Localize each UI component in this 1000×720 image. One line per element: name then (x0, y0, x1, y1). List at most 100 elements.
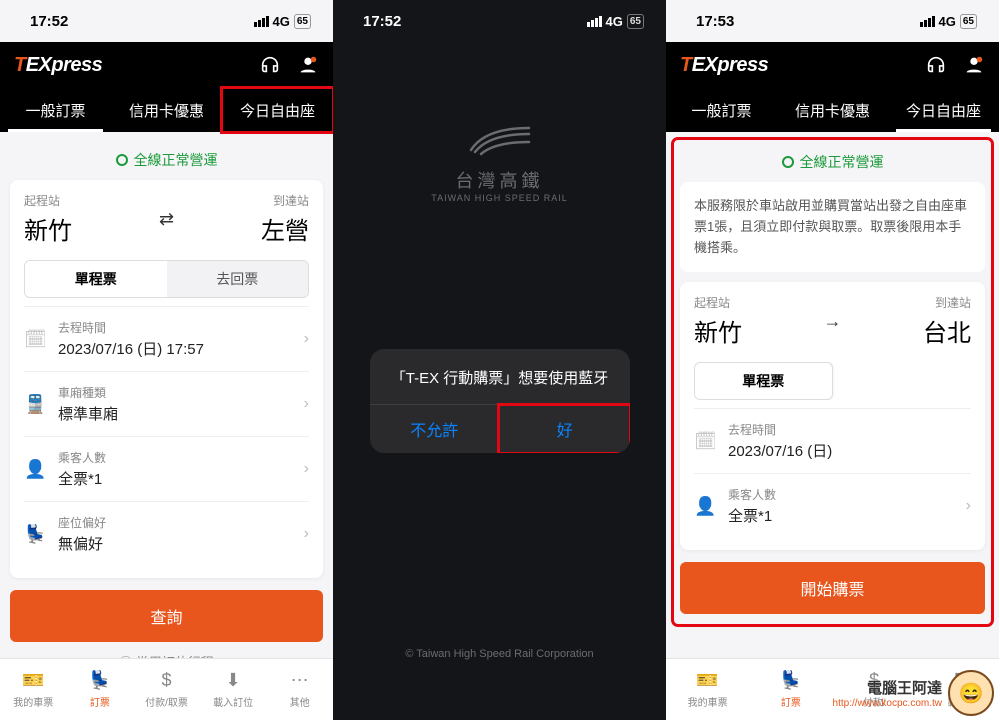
trip-type-segment: 單程票 去回票 (24, 260, 309, 298)
download-icon: ⬇ (950, 670, 965, 691)
nav-payment[interactable]: $付款/取票 (133, 659, 200, 720)
status-bar: 17:52 4G 65 (333, 0, 666, 42)
thsr-logo: 台灣高鐵 TAIWAN HIGH SPEED RAIL (431, 122, 568, 203)
download-icon: ⬇ (226, 670, 241, 691)
chevron-right-icon: › (304, 395, 309, 413)
service-status: 全線正常營運 (680, 144, 985, 182)
status-bar: 17:53 4G 65 (666, 0, 999, 42)
main-tabs: 一般訂票 信用卡優惠 今日自由座 (0, 88, 333, 132)
nav-mytickets[interactable]: 🎫我的車票 (0, 659, 67, 720)
more-icon: ⋯ (291, 670, 309, 691)
seat-icon: 💺 (24, 524, 46, 545)
tab-creditcard[interactable]: 信用卡優惠 (111, 88, 222, 132)
ticket-icon: 🎫 (22, 670, 44, 691)
seat-icon: 💺 (89, 670, 111, 691)
to-label: 到達站 (184, 192, 309, 209)
money-icon: $ (869, 670, 879, 691)
to-station[interactable]: 左營 (184, 211, 309, 246)
nav-import[interactable]: ⬇載入 (916, 659, 999, 720)
app-logo: TEXpress (680, 54, 768, 77)
station-selector[interactable]: 起程站新竹 → 到達站台北 (694, 294, 971, 348)
nav-booking[interactable]: 💺訂票 (749, 659, 832, 720)
row-passengers[interactable]: 👤 乘客人數全票*1 › (694, 473, 971, 538)
battery-icon: 65 (294, 14, 311, 29)
calendar-icon: 🗓 (24, 329, 46, 350)
tab-creditcard[interactable]: 信用卡優惠 (777, 88, 888, 132)
alert-allow-button[interactable]: 好 (499, 405, 630, 453)
service-notice: 本服務限於車站啟用並購買當站出發之自由座車票1張，且須立即付款與取票。取票後限用… (680, 182, 985, 272)
alert-message: 「T-EX 行動購票」想要使用藍牙 (370, 349, 630, 404)
row-depart-time[interactable]: 🗓 去程時間2023/07/16 (日) (694, 408, 971, 473)
bottom-nav: 🎫我的車票 💺訂票 $付款/取票 ⬇載入訂位 ⋯其他 (0, 658, 333, 720)
nav-import[interactable]: ⬇載入訂位 (200, 659, 267, 720)
tab-general[interactable]: 一般訂票 (666, 88, 777, 132)
calendar-icon: 🗓 (694, 431, 716, 452)
arrow-right-icon: → (814, 311, 852, 332)
trip-type-segment: 單程票 (694, 362, 971, 400)
account-icon[interactable] (297, 54, 319, 76)
seg-oneway[interactable]: 單程票 (25, 261, 167, 297)
from-station[interactable]: 新竹 (24, 211, 149, 246)
chevron-right-icon: › (304, 330, 309, 348)
to-station[interactable]: 台北 (852, 313, 972, 348)
main-tabs: 一般訂票 信用卡優惠 今日自由座 (666, 88, 999, 132)
bottom-nav: 🎫我的車票 💺訂票 $付款/ ⬇載入 (666, 658, 999, 720)
from-label: 起程站 (694, 294, 814, 311)
status-dot-icon (116, 154, 128, 166)
person-icon: 👤 (24, 459, 46, 480)
battery-icon: 65 (960, 14, 977, 29)
network-label: 4G (606, 14, 623, 29)
status-dot-icon (782, 156, 794, 168)
seg-roundtrip[interactable]: 去回票 (167, 261, 309, 297)
train-icon: 🚆 (24, 394, 46, 415)
nav-more[interactable]: ⋯其他 (266, 659, 333, 720)
screen-booking: 17:52 4G 65 TEXpress 一般訂票 信用卡優惠 今日自由座 全線… (0, 0, 333, 720)
signal-icon (254, 16, 269, 27)
screen-today-free: 17:53 4G 65 TEXpress 一般訂票 信用卡優惠 今日自由座 全線… (666, 0, 999, 720)
row-car-type[interactable]: 🚆 車廂種類標準車廂 › (24, 371, 309, 436)
start-purchase-button[interactable]: 開始購票 (680, 562, 985, 614)
app-header: TEXpress (0, 42, 333, 88)
seat-icon: 💺 (780, 670, 802, 691)
row-passengers[interactable]: 👤 乘客人數全票*1 › (24, 436, 309, 501)
row-depart-time[interactable]: 🗓 去程時間2023/07/16 (日) 17:57 › (24, 306, 309, 371)
nav-booking[interactable]: 💺訂票 (67, 659, 134, 720)
search-button[interactable]: 查詢 (10, 590, 323, 642)
service-status: 全線正常營運 (10, 142, 323, 180)
app-logo: TEXpress (14, 54, 102, 77)
screen-splash-alert: 17:52 4G 65 台灣高鐵 TAIWAN HIGH SPEED RAIL … (333, 0, 666, 720)
alert-deny-button[interactable]: 不允許 (370, 405, 500, 453)
account-icon[interactable] (963, 54, 985, 76)
row-seat-pref[interactable]: 💺 座位偏好無偏好 › (24, 501, 309, 566)
support-icon[interactable] (925, 54, 947, 76)
nav-mytickets[interactable]: 🎫我的車票 (666, 659, 749, 720)
chevron-right-icon: › (304, 460, 309, 478)
main-content: 全線正常營運 本服務限於車站啟用並購買當站出發之自由座車票1張，且須立即付款與取… (666, 132, 999, 658)
from-station[interactable]: 新竹 (694, 313, 814, 348)
tab-general[interactable]: 一般訂票 (0, 88, 111, 132)
seg-oneway[interactable]: 單程票 (694, 362, 833, 400)
battery-icon: 65 (627, 14, 644, 29)
ticket-icon: 🎫 (696, 670, 718, 691)
to-label: 到達站 (852, 294, 972, 311)
tab-today-free[interactable]: 今日自由座 (888, 88, 999, 132)
clock: 17:52 (363, 13, 401, 30)
money-icon: $ (161, 670, 171, 691)
network-label: 4G (273, 14, 290, 29)
from-label: 起程站 (24, 192, 149, 209)
saved-trips-link[interactable]: ◎ 常用訂位行程 (10, 642, 323, 658)
clock: 17:52 (30, 13, 68, 30)
network-label: 4G (939, 14, 956, 29)
nav-payment[interactable]: $付款/ (833, 659, 916, 720)
swap-icon[interactable]: ⇄ (149, 209, 184, 230)
clock: 17:53 (696, 13, 734, 30)
signal-icon (587, 16, 602, 27)
chevron-right-icon: › (966, 497, 971, 515)
bluetooth-alert: 「T-EX 行動購票」想要使用藍牙 不允許 好 (370, 349, 630, 453)
station-selector[interactable]: 起程站新竹 ⇄ 到達站左營 (24, 192, 309, 246)
support-icon[interactable] (259, 54, 281, 76)
signal-icon (920, 16, 935, 27)
tab-today-free[interactable]: 今日自由座 (222, 88, 333, 132)
copyright: © Taiwan High Speed Rail Corporation (333, 648, 666, 660)
main-content: 全線正常營運 起程站新竹 ⇄ 到達站左營 單程票 去回票 🗓 去程時間2023/… (0, 132, 333, 658)
